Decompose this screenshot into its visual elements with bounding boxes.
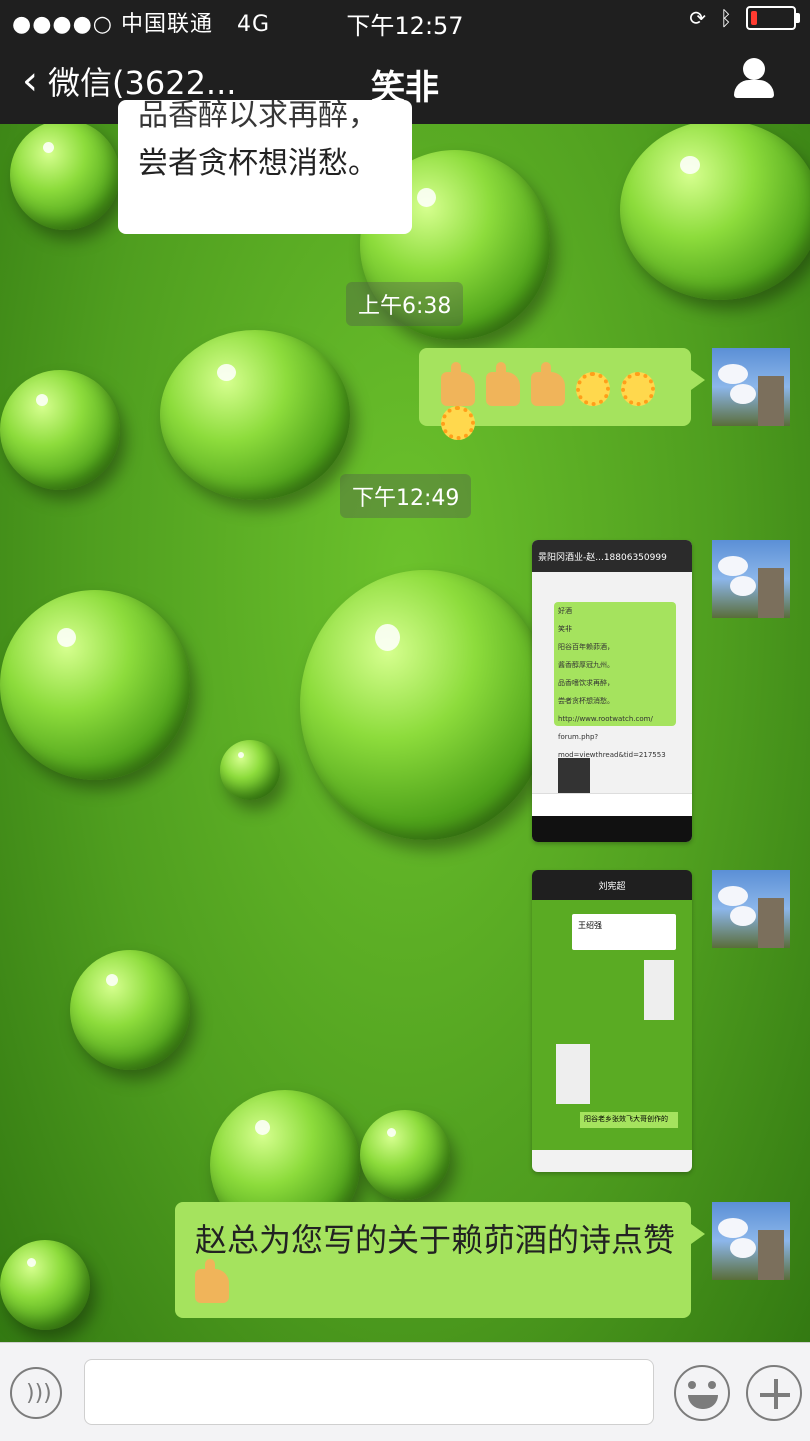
emoji-icon[interactable] — [674, 1365, 730, 1421]
droplet — [300, 570, 550, 840]
avatar[interactable] — [712, 1202, 790, 1280]
droplet — [360, 1110, 450, 1200]
screenshot-card: 王绍强 — [572, 914, 676, 950]
droplet — [160, 330, 350, 500]
status-icons: ⟳ ᛒ — [689, 6, 800, 30]
image-message-screenshot[interactable]: 刘宪超 王绍强 阳谷老乡张效飞大哥创作的 — [532, 870, 692, 1172]
user-icon[interactable] — [732, 58, 776, 102]
avatar[interactable] — [712, 348, 790, 426]
avatar[interactable] — [712, 870, 790, 948]
droplet — [0, 370, 120, 490]
message-text-line: 尝者贪杯想消愁。 — [138, 146, 378, 181]
screenshot-line: 尝者贪杯想消愁。 — [558, 697, 614, 705]
sun-icon — [576, 372, 611, 406]
timestamp: 下午12:49 — [340, 474, 472, 518]
screenshot-title: 刘宪超 — [532, 870, 692, 900]
screenshot-thumb — [556, 1044, 590, 1104]
screenshot-line: 酱香醇厚冠九州。 — [558, 661, 614, 669]
droplet — [620, 120, 810, 300]
image-message-screenshot[interactable]: 景阳冈酒业-赵...18806350999 好酒 笑非 阳谷百年赖茆酒， 酱香醇… — [532, 540, 692, 842]
thumbs-up-icon — [531, 362, 566, 406]
thumbs-up-icon — [441, 362, 475, 406]
message-bubble-sent-emoji[interactable] — [419, 348, 705, 440]
plus-icon[interactable] — [746, 1365, 802, 1421]
screenshot-line: 阳谷百年赖茆酒， — [558, 643, 614, 651]
thumbs-up-icon — [486, 362, 521, 406]
message-text-line: 品香醉以求再醉， — [138, 98, 378, 133]
screenshot-navbar — [532, 816, 692, 842]
avatar[interactable] — [712, 540, 790, 618]
screenshot-line: forum.php? — [558, 733, 599, 741]
screenshot-line: 好酒 — [558, 607, 572, 615]
rotation-lock-icon: ⟳ — [689, 6, 706, 30]
screenshot-inputbar — [532, 1150, 692, 1172]
droplet — [0, 1240, 90, 1330]
screenshot-line: 笑非 — [558, 625, 572, 633]
droplet — [220, 740, 280, 800]
battery-icon — [746, 6, 800, 30]
screenshot-bubble: 阳谷老乡张效飞大哥创作的 — [580, 1112, 678, 1128]
emoji-row — [441, 362, 691, 440]
screenshot-line: http://www.rootwatch.com/ — [558, 715, 653, 723]
bluetooth-icon: ᛒ — [720, 6, 732, 30]
input-bar: ))) — [0, 1342, 810, 1441]
voice-icon[interactable]: ))) — [10, 1367, 62, 1419]
screenshot-message: 好酒 笑非 阳谷百年赖茆酒， 酱香醇厚冠九州。 品香嗜饮求再醉， 尝者贪杯想消愁… — [554, 602, 676, 759]
message-input[interactable] — [84, 1359, 654, 1425]
message-bubble-received[interactable]: 品香醉以求再醉， 尝者贪杯想消愁。 — [118, 98, 412, 234]
droplet — [0, 590, 190, 780]
screenshot-title: 景阳冈酒业-赵...18806350999 — [532, 540, 692, 572]
droplet — [70, 950, 190, 1070]
droplet — [10, 120, 120, 230]
status-bar: ●●●●○ 中国联通 4G 下午12:57 ⟳ ᛒ — [0, 0, 810, 40]
screenshot-thumb — [644, 960, 674, 1020]
sun-icon — [621, 372, 656, 406]
sun-icon — [441, 406, 475, 440]
screenshot-inputbar — [532, 793, 692, 816]
message-text: 赵总为您写的关于赖茆酒的诗点赞 — [195, 1218, 675, 1306]
screenshot-thumb — [558, 758, 590, 796]
message-bubble-sent[interactable]: 赵总为您写的关于赖茆酒的诗点赞 — [175, 1202, 705, 1318]
message-text-content: 赵总为您写的关于赖茆酒的诗点赞 — [195, 1221, 676, 1259]
thumbs-up-icon — [195, 1259, 229, 1303]
screenshot-line: 品香嗜饮求再醉， — [558, 679, 614, 687]
timestamp: 上午6:38 — [346, 282, 464, 326]
